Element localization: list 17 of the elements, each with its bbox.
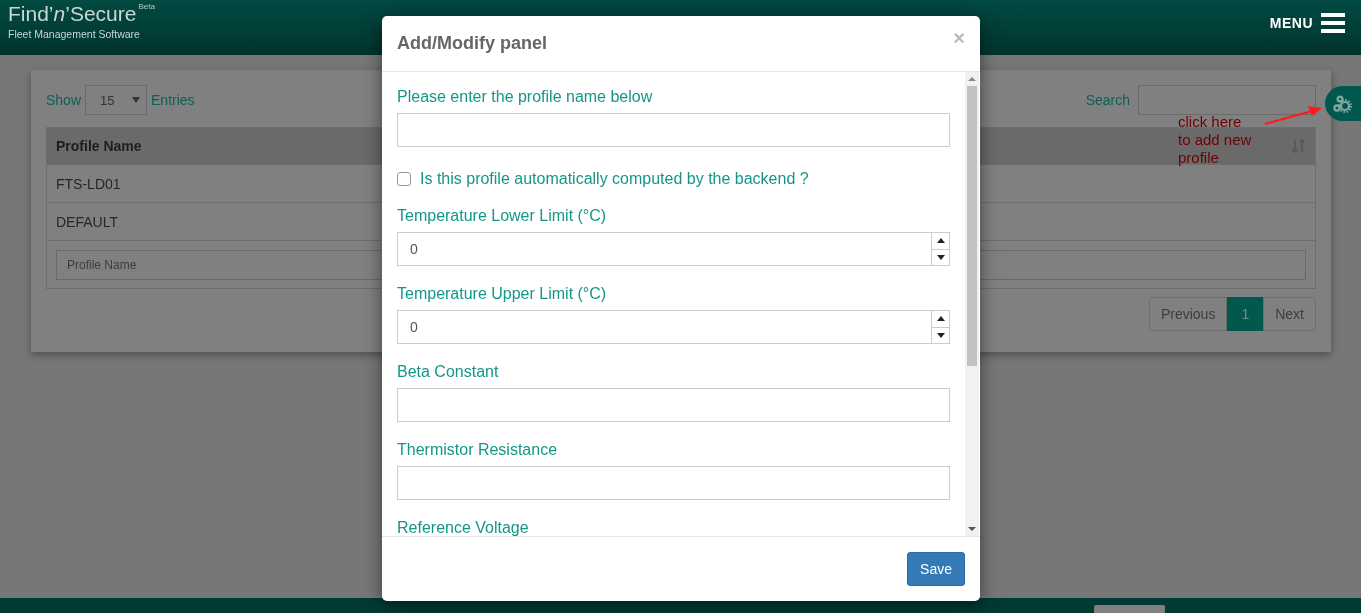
- logo-text: Find’n’Secure: [8, 2, 137, 26]
- logo-tagline: Fleet Management Software: [8, 28, 141, 40]
- search-label: Search: [1085, 92, 1130, 108]
- field-label: Beta Constant: [397, 363, 500, 381]
- annotation-note: click here to add new profile: [1178, 113, 1252, 167]
- show-label: Show: [46, 92, 82, 108]
- field-label: Thermistor Resistance: [397, 441, 559, 459]
- table-cell: FTS-LD01: [56, 175, 121, 192]
- entries-label: Entries: [151, 92, 195, 108]
- field-label: Temperature Lower Limit (°C): [397, 207, 608, 225]
- field-label: Reference Voltage: [397, 519, 530, 536]
- modal-title: Add/Modify panel: [397, 33, 547, 54]
- checkbox-label: Is this profile automatically computed by the backend ?: [420, 170, 809, 188]
- field-label: Please enter the profile name below: [397, 88, 654, 106]
- field-label: Temperature Upper Limit (°C): [397, 285, 608, 303]
- beta-label: Beta: [138, 2, 155, 11]
- table-cell: DEFAULT: [56, 213, 118, 230]
